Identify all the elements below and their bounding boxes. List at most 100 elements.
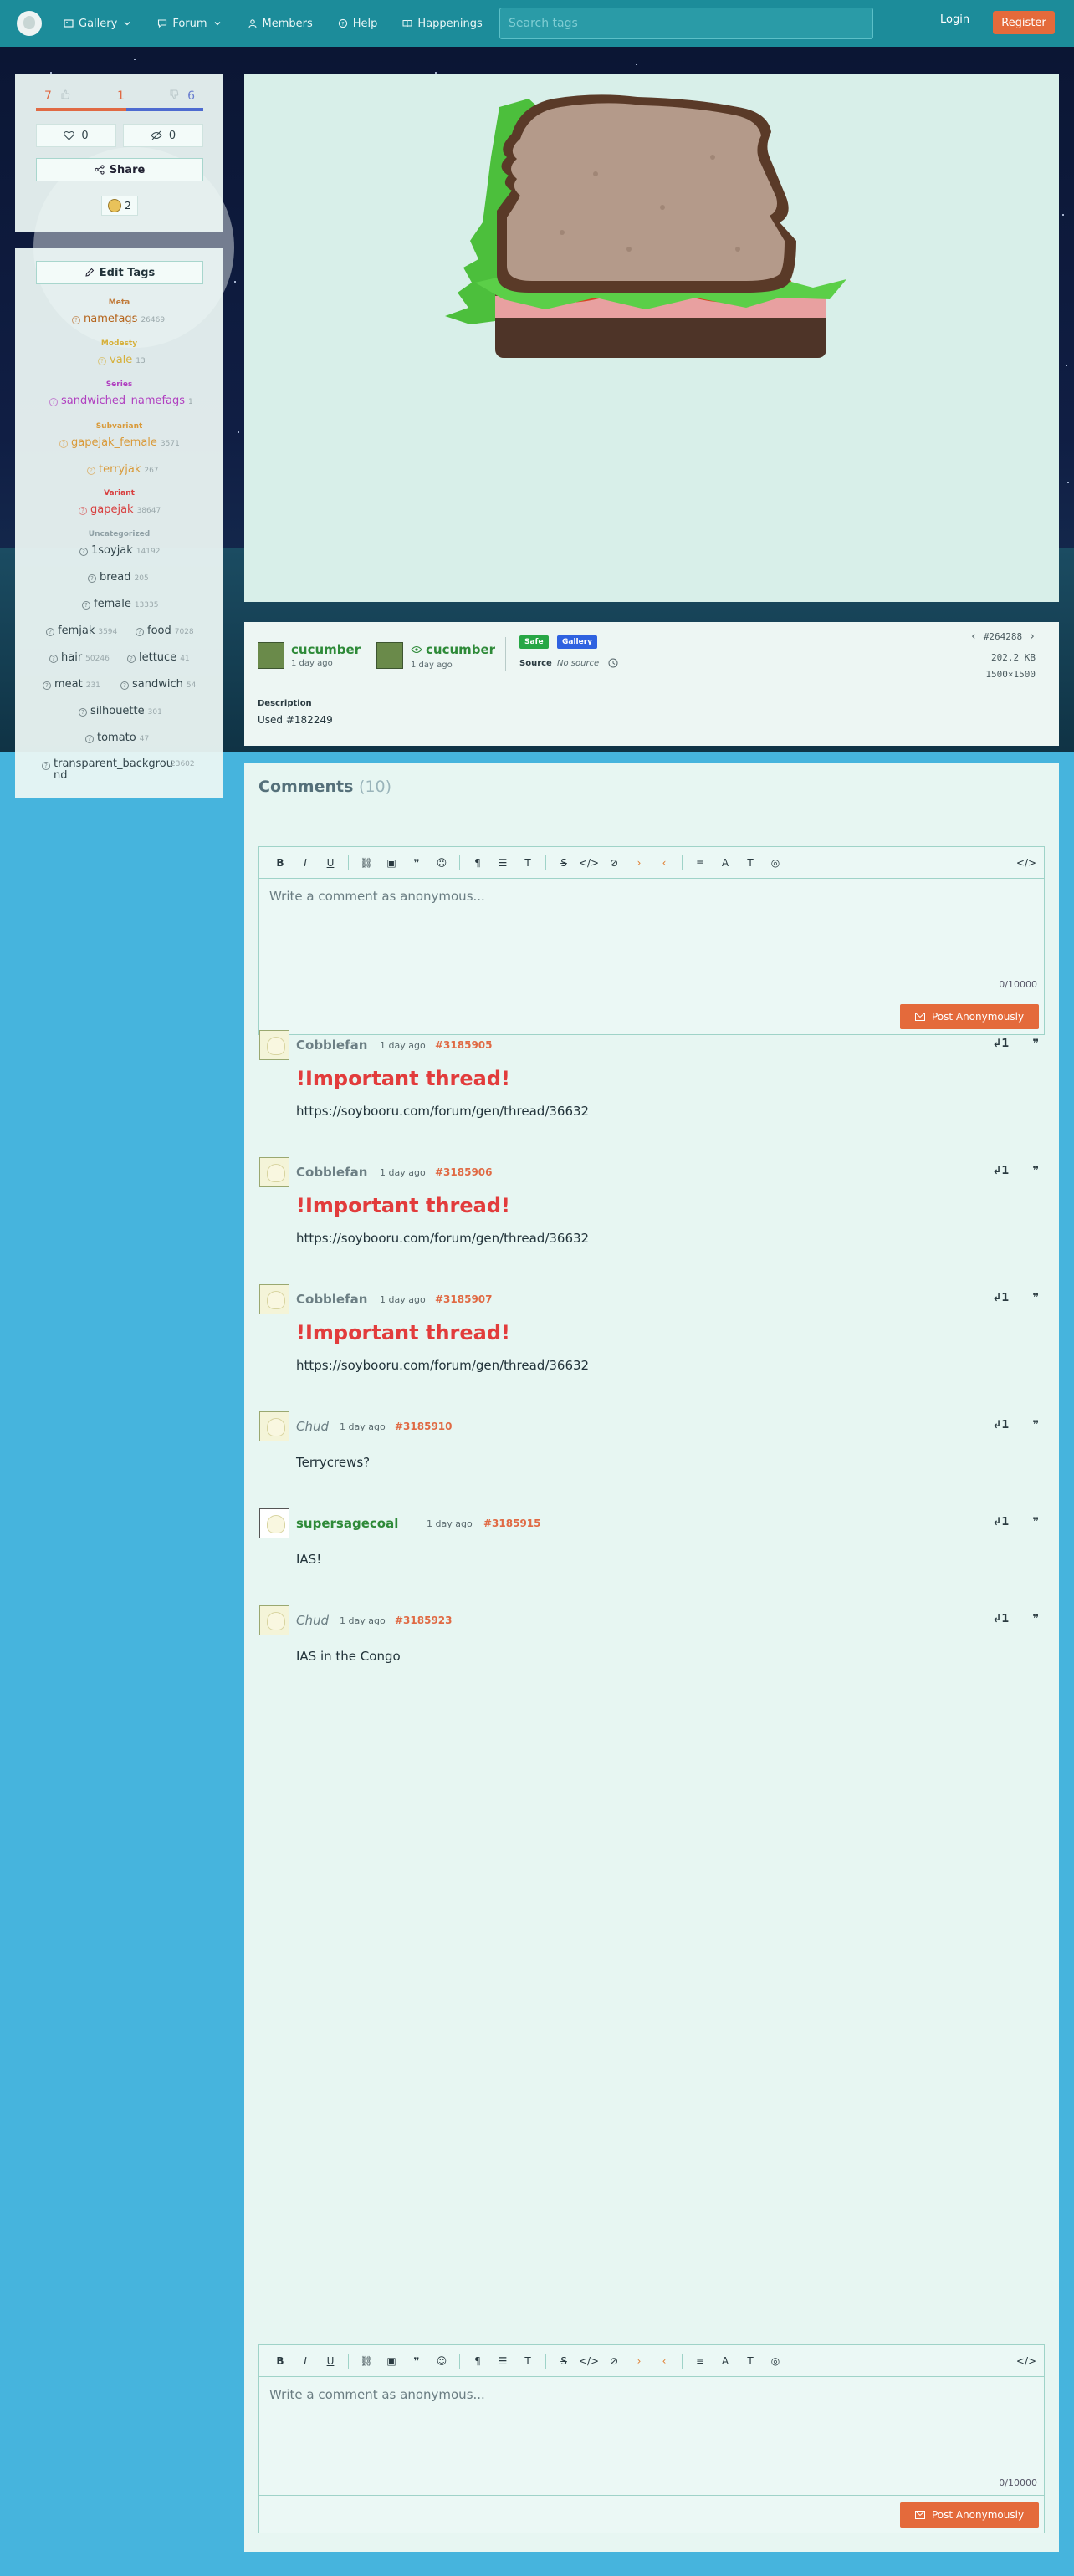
paragraph-icon[interactable]: ¶ [465,854,490,871]
tag-help-icon[interactable]: ? [98,357,106,365]
bold-icon[interactable]: B [268,854,293,871]
comment-body[interactable]: https://soybooru.com/forum/gen/thread/36… [296,1104,589,1119]
tag-femjak[interactable]: ? femjak 3594 [46,625,117,637]
strikethrough-icon[interactable]: S [551,2353,576,2369]
source-mode-icon[interactable]: </> [1014,854,1039,871]
paragraph-icon[interactable]: ¶ [465,2353,490,2369]
tag-help-icon[interactable]: ? [49,655,58,663]
tag-namefags[interactable]: ? namefags 26469 [72,313,165,325]
code-icon[interactable]: </> [576,2353,601,2369]
comment-author[interactable]: Cobblefan [296,1292,367,1307]
comment-author[interactable]: Cobblefan [296,1038,367,1053]
quote-icon[interactable]: ❞ [404,854,429,871]
upvote-button[interactable]: 7 [44,89,70,103]
tag-vale[interactable]: ? vale 13 [98,354,146,366]
tag-gapejak[interactable]: ? gapejak 38647 [79,503,161,516]
bold-icon[interactable]: B [268,2353,293,2369]
tag-1soyjak[interactable]: ? 1soyjak 14192 [79,544,160,557]
color-icon[interactable]: A [713,2353,738,2369]
source-mode-icon[interactable]: </> [1014,2353,1039,2369]
comment-avatar[interactable] [259,1157,289,1187]
tag-female[interactable]: ? female 13335 [82,598,158,610]
comment-author[interactable]: Chud [296,1613,329,1628]
quote-icon[interactable]: ❞ [1032,1516,1039,1528]
tag-hair[interactable]: ? hair 50246 [49,651,110,664]
chevron-right-icon[interactable]: › [1029,630,1036,643]
tag-sandwiched-namefags[interactable]: ? sandwiched_namefags 1 [49,395,193,407]
reaction-button[interactable]: 2 [101,196,138,216]
tag-help-icon[interactable]: ? [79,507,87,515]
tag-lettuce[interactable]: ? lettuce 41 [127,651,190,664]
comment-id[interactable]: #3185907 [435,1293,493,1305]
align-icon[interactable]: ≡ [688,854,713,871]
post-anonymously-button[interactable]: Post Anonymously [900,2502,1039,2528]
italic-icon[interactable]: I [293,854,318,871]
redtext-icon[interactable]: ‹ [652,854,677,871]
edit-tags-button[interactable]: Edit Tags [36,261,203,284]
nav-help[interactable]: ? Help [338,18,377,30]
comment-author[interactable]: supersagecoal [296,1516,398,1531]
color-icon[interactable]: A [713,854,738,871]
image-icon[interactable]: ▣ [379,854,404,871]
comment-avatar[interactable] [259,1605,289,1635]
comment-id[interactable]: #3185910 [395,1421,453,1432]
reply-icon[interactable]: ↲1 [992,1516,1009,1528]
comment-body[interactable]: https://soybooru.com/forum/gen/thread/36… [296,1231,589,1246]
link-icon[interactable]: ⛓ [354,854,379,871]
nav-gallery[interactable]: Gallery [64,18,132,30]
tag-help-icon[interactable]: ? [43,681,51,690]
tag-help-icon[interactable]: ? [49,398,58,406]
reply-icon[interactable]: ↲1 [992,1038,1009,1050]
comment-id[interactable]: #3185905 [435,1039,493,1051]
site-logo[interactable] [17,11,42,36]
comment-avatar[interactable] [259,1284,289,1314]
quote-icon[interactable]: ❞ [1032,1419,1039,1431]
favorite-button[interactable]: 0 [36,124,116,147]
tag-sandwich[interactable]: ? sandwich 54 [120,678,196,691]
reply-icon[interactable]: ↲1 [992,1613,1009,1625]
tag-help-icon[interactable]: ? [79,708,87,717]
register-button[interactable]: Register [993,11,1055,34]
tag-transparent-background[interactable]: ? transparent_backgrou nd 23602 [42,758,195,782]
redtext-icon[interactable]: ‹ [652,2353,677,2369]
comment-author[interactable]: Cobblefan [296,1165,367,1180]
comment-body[interactable]: https://soybooru.com/forum/gen/thread/36… [296,1358,589,1373]
list-icon[interactable]: ☰ [490,854,515,871]
share-button[interactable]: Share [36,158,203,181]
underline-icon[interactable]: U [318,2353,343,2369]
list-icon[interactable]: ☰ [490,2353,515,2369]
reply-icon[interactable]: ↲1 [992,1292,1009,1304]
tag-tomato[interactable]: ? tomato 47 [85,732,149,744]
tag-help-icon[interactable]: ? [120,681,129,690]
tag-help-icon[interactable]: ? [79,548,88,556]
palette-icon[interactable]: ◎ [763,2353,788,2369]
tag-help-icon[interactable]: ? [85,735,94,743]
rating-badge[interactable]: Safe [519,635,549,649]
spoiler-icon[interactable]: ⊘ [601,2353,626,2369]
downvote-button[interactable]: 6 [169,89,195,103]
editor-name[interactable]: cucumber [426,642,495,657]
tag-meat[interactable]: ? meat 231 [43,678,100,691]
comment-textarea[interactable]: Write a comment as anonymous... 0/10000 [259,2377,1044,2496]
history-icon[interactable] [607,657,619,669]
quote-icon[interactable]: ❞ [1032,1292,1039,1304]
tag-help-icon[interactable]: ? [88,574,96,583]
greentext-icon[interactable]: › [626,854,652,871]
quote-icon[interactable]: ❞ [404,2353,429,2369]
font-size-icon[interactable]: T [738,2353,763,2369]
tag-help-icon[interactable]: ? [72,316,80,324]
search-input[interactable]: Search tags [499,8,873,39]
comment-avatar[interactable] [259,1030,289,1060]
nav-forum[interactable]: Forum [157,18,222,30]
quote-icon[interactable]: ❞ [1032,1165,1039,1177]
code-icon[interactable]: </> [576,854,601,871]
tag-help-icon[interactable]: ? [42,762,50,770]
tag-food[interactable]: ? food 7028 [136,625,194,637]
quote-icon[interactable]: ❞ [1032,1038,1039,1050]
emoji-icon[interactable]: ☺ [429,2353,454,2369]
tag-help-icon[interactable]: ? [136,628,144,636]
tag-terryjak[interactable]: ? terryjak 267 [87,463,159,476]
comment-id[interactable]: #3185915 [483,1518,541,1529]
hide-button[interactable]: 0 [123,124,203,147]
comment-avatar[interactable] [259,1508,289,1538]
